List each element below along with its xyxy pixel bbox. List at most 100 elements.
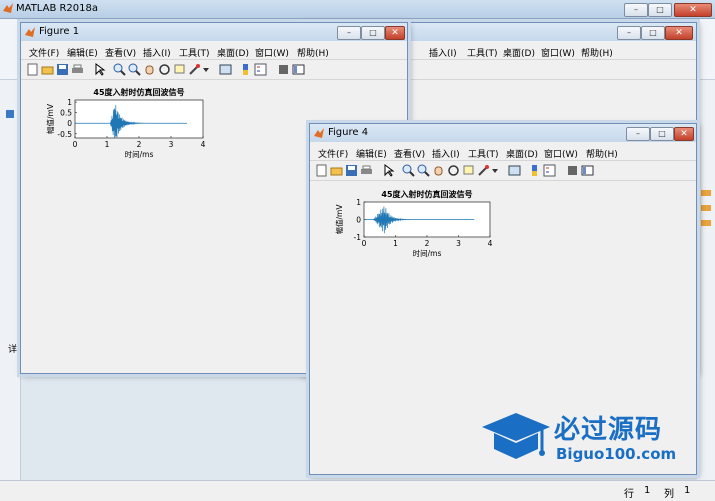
x-axis-label: 时间/ms: [125, 149, 154, 159]
brush-icon[interactable]: [477, 164, 490, 177]
chart-title: 45度入射时仿真回波信号: [381, 189, 472, 199]
panel-label: 详: [8, 345, 18, 355]
matlab-logo-icon: [3, 3, 13, 13]
x-tick-label: 3: [169, 140, 174, 149]
workspace-marker-icon: [701, 220, 711, 226]
link-plot-icon[interactable]: [219, 63, 232, 76]
menu-window[interactable]: 窗口(W): [544, 147, 578, 160]
menu-view[interactable]: 查看(V): [105, 46, 136, 59]
y-tick-label: 0: [67, 119, 72, 128]
open-file-icon[interactable]: [330, 164, 343, 177]
minimize-button[interactable]: –: [624, 3, 648, 17]
menu-file[interactable]: 文件(F): [29, 46, 59, 59]
zoom-in-icon[interactable]: [113, 63, 126, 76]
brush-dropdown-icon[interactable]: [202, 63, 210, 76]
brush-dropdown-icon[interactable]: [491, 164, 499, 177]
menu-tools[interactable]: 工具(T): [467, 46, 498, 59]
menu-window[interactable]: 窗口(W): [255, 46, 289, 59]
pointer-icon[interactable]: [382, 164, 395, 177]
menu-insert[interactable]: 插入(I): [429, 46, 457, 59]
pointer-icon[interactable]: [93, 63, 106, 76]
right-panel: [697, 80, 715, 480]
row-value: 1: [644, 485, 651, 496]
show-plot-tools-icon[interactable]: [292, 63, 305, 76]
save-icon[interactable]: [345, 164, 358, 177]
row-label: 行: [624, 489, 634, 500]
figure-background-minimize-button[interactable]: –: [617, 26, 641, 40]
matlab-titlebar: MATLAB R2018a – □ ✕: [0, 0, 715, 19]
zoom-in-icon[interactable]: [402, 164, 415, 177]
figure-4-close-button[interactable]: ✕: [674, 127, 694, 141]
menu-tools[interactable]: 工具(T): [468, 147, 499, 160]
rotate-icon[interactable]: [158, 63, 171, 76]
menu-help[interactable]: 帮助(H): [586, 147, 618, 160]
figure-1-close-button[interactable]: ✕: [385, 26, 405, 40]
hide-plot-tools-icon[interactable]: [566, 164, 579, 177]
watermark: 必过源码 Biguo100.com: [480, 405, 695, 470]
menu-edit[interactable]: 编辑(E): [356, 147, 387, 160]
print-icon[interactable]: [360, 164, 373, 177]
figure-4-minimize-button[interactable]: –: [626, 127, 650, 141]
col-label: 列: [664, 489, 674, 500]
pan-icon[interactable]: [432, 164, 445, 177]
show-plot-tools-icon[interactable]: [581, 164, 594, 177]
colorbar-icon[interactable]: [528, 164, 541, 177]
figure-background-maximize-button[interactable]: □: [641, 26, 665, 40]
x-tick-label: 0: [362, 239, 367, 248]
rotate-icon[interactable]: [447, 164, 460, 177]
figure-icon: [25, 27, 35, 37]
legend-icon[interactable]: [543, 164, 556, 177]
menu-tools[interactable]: 工具(T): [179, 46, 210, 59]
hide-plot-tools-icon[interactable]: [277, 63, 290, 76]
figure-4-toolbar: [310, 162, 696, 181]
col-value: 1: [684, 485, 691, 496]
menu-view[interactable]: 查看(V): [394, 147, 425, 160]
new-figure-icon[interactable]: [315, 164, 328, 177]
zoom-out-icon[interactable]: [128, 63, 141, 76]
menu-help[interactable]: 帮助(H): [581, 46, 613, 59]
figure-1-minimize-button[interactable]: –: [337, 26, 361, 40]
y-tick-label: 0: [356, 216, 361, 225]
menu-desktop[interactable]: 桌面(D): [503, 46, 535, 59]
x-tick-label: 0: [73, 140, 78, 149]
link-plot-icon[interactable]: [508, 164, 521, 177]
new-figure-icon[interactable]: [26, 63, 39, 76]
back-arrow-icon[interactable]: [6, 110, 14, 118]
figure-1-titlebar: Figure 1 – □ ✕: [21, 23, 407, 41]
menu-window[interactable]: 窗口(W): [541, 46, 575, 59]
close-button[interactable]: ✕: [674, 3, 712, 17]
save-icon[interactable]: [56, 63, 69, 76]
menu-desktop[interactable]: 桌面(D): [506, 147, 538, 160]
graduation-cap-icon: [482, 413, 550, 459]
y-axis-label: 幅值/mV: [334, 204, 344, 235]
workspace-marker-icon: [701, 205, 711, 211]
figure-background-close-button[interactable]: ✕: [665, 26, 693, 40]
y-tick-label: 1: [67, 98, 72, 107]
data-cursor-icon[interactable]: [173, 63, 186, 76]
menu-desktop[interactable]: 桌面(D): [217, 46, 249, 59]
legend-icon[interactable]: [254, 63, 267, 76]
maximize-button[interactable]: □: [648, 3, 672, 17]
figure-icon: [314, 128, 324, 138]
colorbar-icon[interactable]: [239, 63, 252, 76]
menu-insert[interactable]: 插入(I): [143, 46, 171, 59]
workspace-marker-icon: [701, 190, 711, 196]
menu-help[interactable]: 帮助(H): [297, 46, 329, 59]
x-tick-label: 4: [488, 239, 493, 248]
open-file-icon[interactable]: [41, 63, 54, 76]
x-tick-label: 3: [456, 239, 461, 248]
print-icon[interactable]: [71, 63, 84, 76]
data-cursor-icon[interactable]: [462, 164, 475, 177]
figure-1-maximize-button[interactable]: □: [361, 26, 385, 40]
figure-4-maximize-button[interactable]: □: [650, 127, 674, 141]
y-tick-label: 1: [356, 198, 361, 207]
status-bar: 行 1 列 1: [0, 480, 715, 501]
zoom-out-icon[interactable]: [417, 164, 430, 177]
x-tick-label: 1: [105, 140, 110, 149]
menu-edit[interactable]: 编辑(E): [67, 46, 98, 59]
menu-insert[interactable]: 插入(I): [432, 147, 460, 160]
figure-1-toolbar: [21, 61, 407, 80]
menu-file[interactable]: 文件(F): [318, 147, 348, 160]
brush-icon[interactable]: [188, 63, 201, 76]
pan-icon[interactable]: [143, 63, 156, 76]
